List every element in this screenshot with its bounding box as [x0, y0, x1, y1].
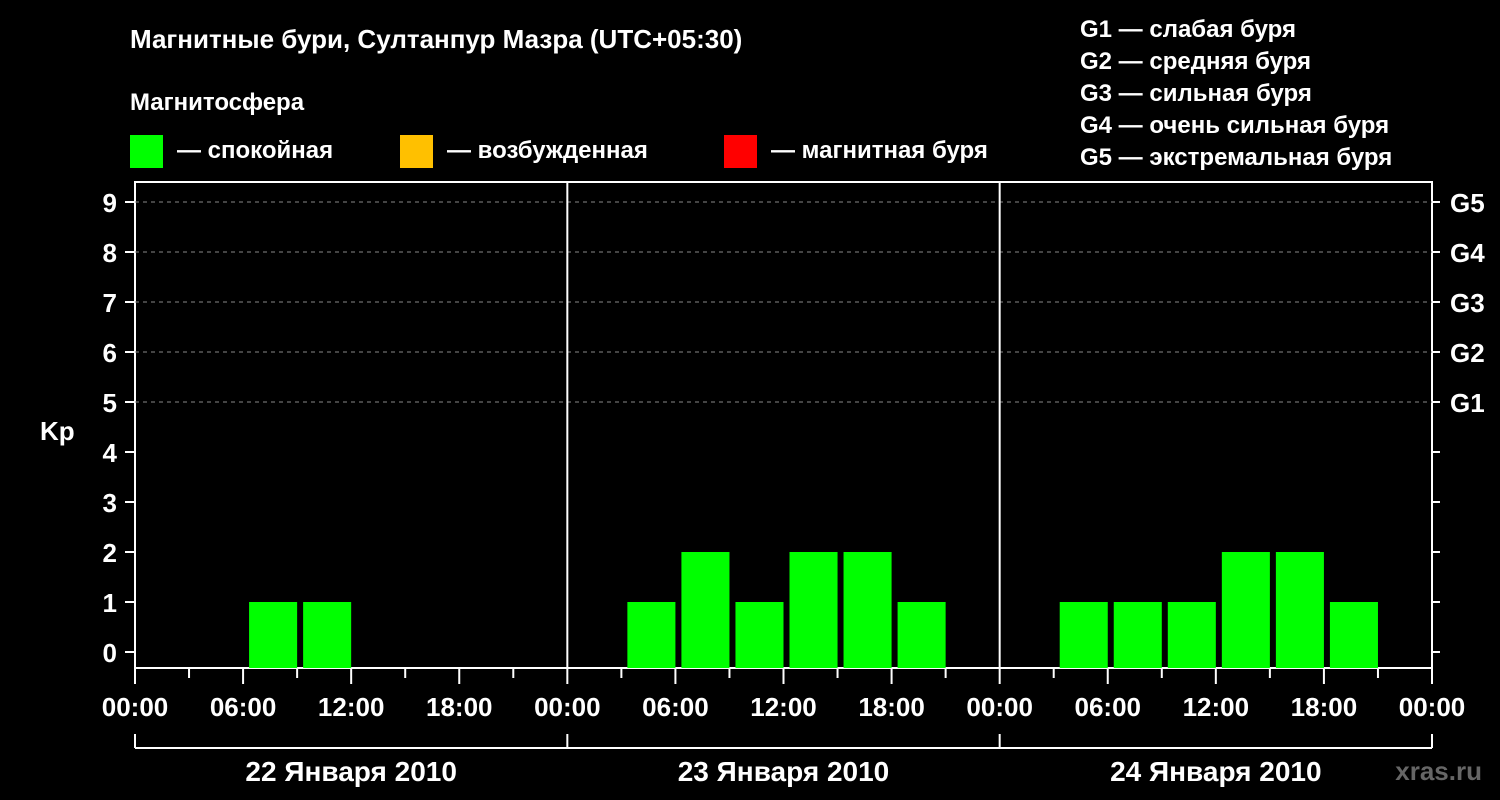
x-tick-label: 00:00: [1399, 692, 1466, 722]
kp-bar: [1275, 552, 1324, 668]
x-tick-label: 00:00: [966, 692, 1033, 722]
watermark: xras.ru: [1395, 756, 1482, 786]
x-tick-label: 12:00: [318, 692, 385, 722]
kp-bar: [249, 602, 298, 668]
kp-bar: [1167, 602, 1216, 668]
g-level-label: G4: [1450, 238, 1485, 268]
legend-swatch: [400, 135, 433, 168]
kp-bar: [303, 602, 352, 668]
kp-bar: [789, 552, 838, 668]
x-tick-label: 06:00: [642, 692, 709, 722]
legend-label: — спокойная: [177, 137, 333, 164]
chart: Магнитные бури, Султанпур Мазра (UTC+05:…: [40, 16, 1485, 787]
legend-swatch: [130, 135, 163, 168]
g-legend-item: G4 — очень сильная буря: [1080, 112, 1389, 139]
x-tick-label: 00:00: [102, 692, 169, 722]
kp-bar: [843, 552, 892, 668]
x-tick-label: 06:00: [1075, 692, 1142, 722]
kp-bar: [627, 602, 676, 668]
g-level-label: G5: [1450, 188, 1485, 218]
y-tick-label: 9: [103, 188, 117, 218]
g-level-label: G3: [1450, 288, 1485, 318]
x-tick-label: 12:00: [1183, 692, 1250, 722]
y-tick-label: 1: [103, 588, 117, 618]
kp-bar: [1113, 602, 1162, 668]
y-tick-label: 3: [103, 488, 117, 518]
x-tick-label: 18:00: [858, 692, 925, 722]
g-level-label: G1: [1450, 388, 1485, 418]
chart-title: Магнитные бури, Султанпур Мазра (UTC+05:…: [130, 24, 742, 54]
kp-bar: [1059, 602, 1108, 668]
y-tick-label: 8: [103, 238, 117, 268]
y-tick-label: 6: [103, 338, 117, 368]
legend: — спокойная — возбужденная — магнитная бур…: [130, 135, 988, 168]
x-tick-label: 00:00: [534, 692, 601, 722]
x-tick-label: 12:00: [750, 692, 817, 722]
kp-bar: [1221, 552, 1270, 668]
x-tick-label: 06:00: [210, 692, 277, 722]
plot-area: G1 G2 G3 G4 G5 0 1 2 3 4 5 6 7 8 9 00:00 06:00 12:00 18:00…: [102, 181, 1485, 787]
day-label: 22 Января 2010: [245, 756, 457, 787]
g-legend-item: G5 — экстремальная буря: [1080, 144, 1392, 171]
legend-label: — магнитная буря: [771, 137, 988, 164]
y-tick-label: 5: [103, 388, 117, 418]
legend-label: — возбужденная: [447, 137, 648, 164]
g-legend: G1 — слабая буря G2 — средняя буря G3 — си…: [1080, 16, 1392, 171]
chart-subtitle: Магнитосфера: [130, 89, 305, 116]
y-axis-label: Kp: [40, 416, 75, 446]
y-tick-label: 4: [103, 438, 118, 468]
y-tick-label: 0: [103, 638, 117, 668]
g-legend-item: G1 — слабая буря: [1080, 16, 1296, 43]
day-label: 23 Января 2010: [678, 756, 890, 787]
kp-bar: [681, 552, 730, 668]
g-legend-item: G2 — средняя буря: [1080, 48, 1311, 75]
kp-bar: [735, 602, 784, 668]
y-tick-label: 2: [103, 538, 117, 568]
x-tick-label: 18:00: [426, 692, 493, 722]
y-tick-label: 7: [103, 288, 117, 318]
legend-swatch: [724, 135, 757, 168]
kp-bar: [897, 602, 946, 668]
x-tick-label: 18:00: [1291, 692, 1358, 722]
kp-bar: [1329, 602, 1378, 668]
g-level-label: G2: [1450, 338, 1485, 368]
day-label: 24 Января 2010: [1110, 756, 1322, 787]
g-legend-item: G3 — сильная буря: [1080, 80, 1312, 107]
